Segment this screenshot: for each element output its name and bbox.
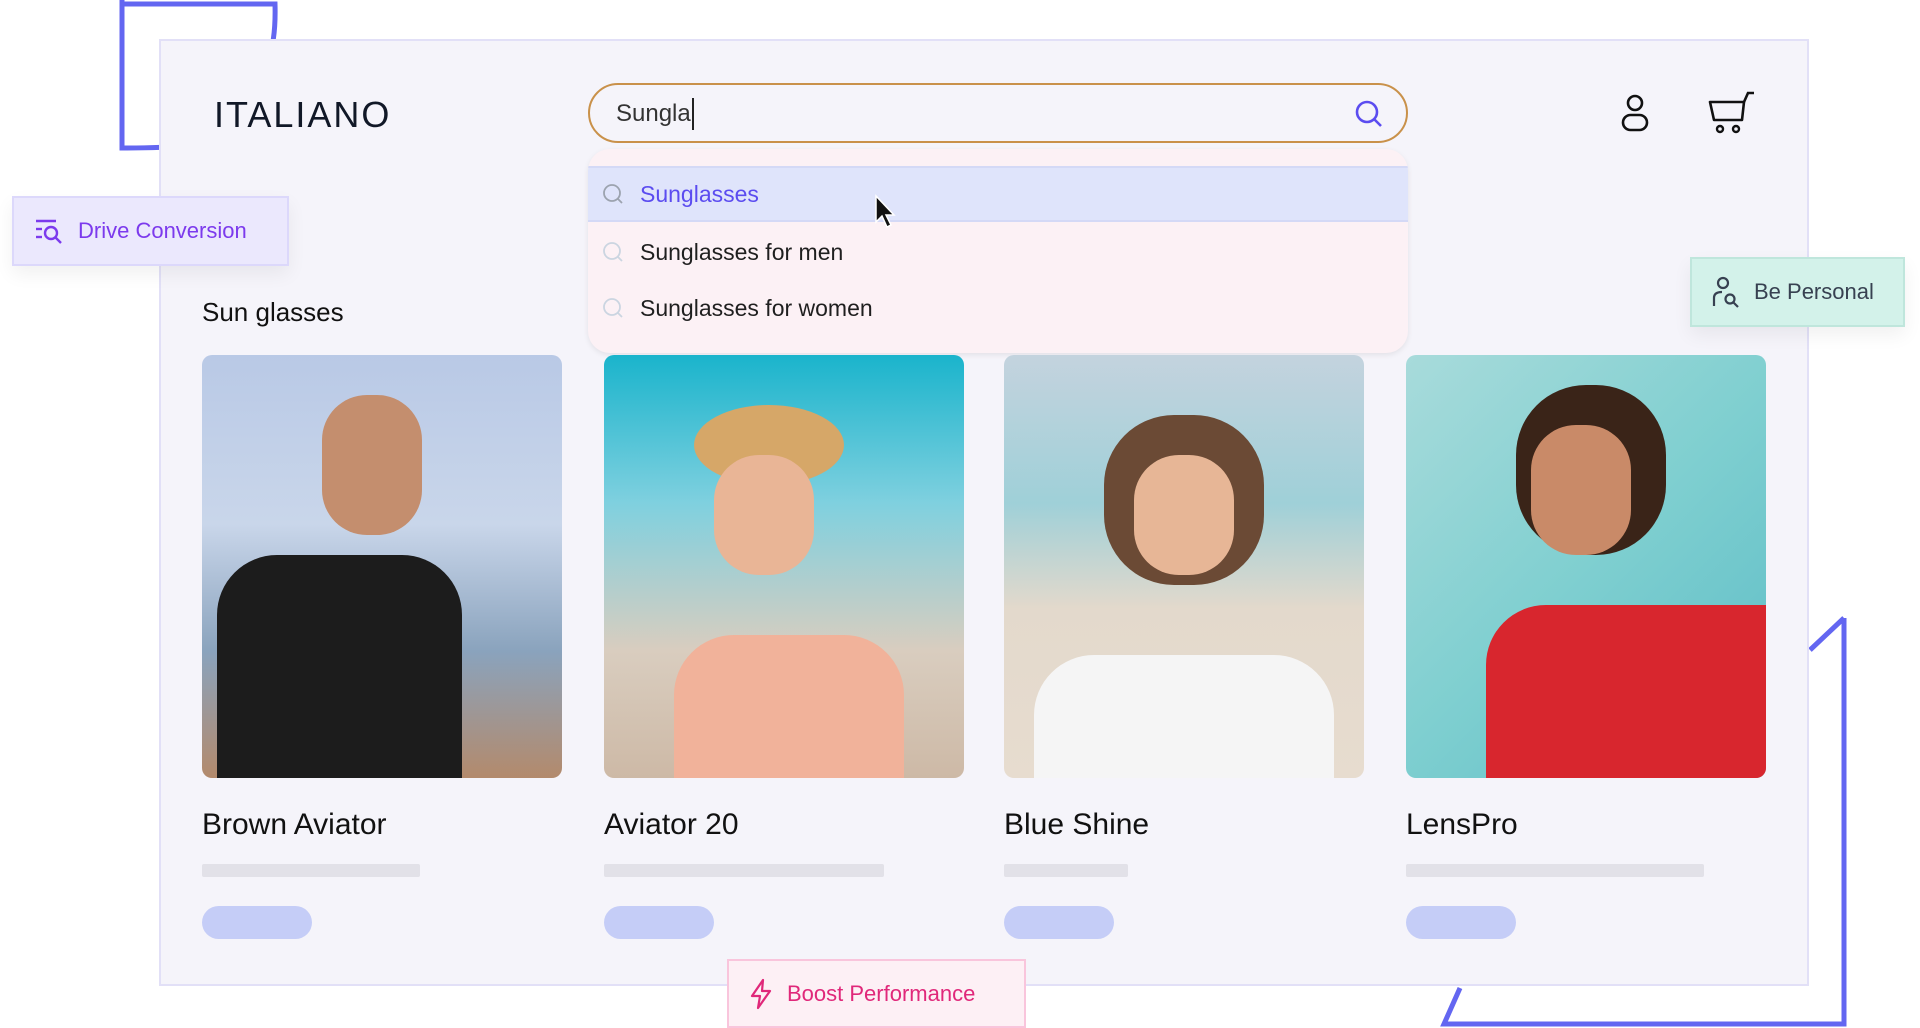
add-to-cart-button[interactable] bbox=[604, 906, 714, 939]
user-icon[interactable] bbox=[1619, 93, 1651, 133]
brand-logo[interactable]: ITALIANO bbox=[214, 94, 391, 136]
be-personal-badge: Be Personal bbox=[1690, 257, 1905, 327]
price-placeholder bbox=[202, 864, 420, 877]
cart-icon[interactable] bbox=[1708, 90, 1756, 136]
search-icon bbox=[603, 242, 623, 262]
product-card[interactable]: Aviator 20 bbox=[604, 355, 964, 939]
badge-label: Boost Performance bbox=[787, 980, 976, 1006]
product-name[interactable]: LensPro bbox=[1406, 808, 1766, 842]
price-placeholder bbox=[604, 864, 884, 877]
lightning-icon bbox=[750, 978, 772, 1009]
search-suggestions: Sunglasses Sunglasses for men Sunglasses… bbox=[588, 149, 1408, 353]
product-name[interactable]: Brown Aviator bbox=[202, 808, 562, 842]
add-to-cart-button[interactable] bbox=[1406, 906, 1516, 939]
product-image[interactable] bbox=[1004, 355, 1364, 778]
product-image[interactable] bbox=[202, 355, 562, 778]
section-title: Sun glasses bbox=[202, 297, 344, 327]
product-card[interactable]: Blue Shine bbox=[1004, 355, 1364, 939]
add-to-cart-button[interactable] bbox=[202, 906, 312, 939]
price-placeholder bbox=[1406, 864, 1704, 877]
product-image[interactable] bbox=[604, 355, 964, 778]
product-name[interactable]: Aviator 20 bbox=[604, 808, 964, 842]
drive-conversion-badge: Drive Conversion bbox=[12, 196, 289, 266]
product-image[interactable] bbox=[1406, 355, 1766, 778]
mouse-cursor-icon bbox=[875, 194, 896, 229]
search-input[interactable] bbox=[614, 95, 1318, 133]
search-icon bbox=[603, 184, 623, 204]
suggestion-label: Sunglasses for women bbox=[640, 294, 873, 321]
boost-performance-badge: Boost Performance bbox=[727, 959, 1026, 1028]
product-card[interactable]: LensPro bbox=[1406, 355, 1766, 939]
user-search-icon bbox=[1712, 276, 1739, 308]
suggestion-item[interactable]: Sunglasses bbox=[588, 166, 1408, 222]
text-caret bbox=[692, 98, 694, 130]
search-icon bbox=[603, 298, 623, 318]
suggestion-label: Sunglasses bbox=[640, 180, 759, 207]
product-card[interactable]: Brown Aviator bbox=[202, 355, 562, 939]
suggestion-item[interactable]: Sunglasses for women bbox=[588, 280, 1408, 336]
add-to-cart-button[interactable] bbox=[1004, 906, 1114, 939]
search-bar[interactable] bbox=[588, 83, 1408, 143]
suggestion-item[interactable]: Sunglasses for men bbox=[588, 224, 1408, 280]
price-placeholder bbox=[1004, 864, 1128, 877]
badge-label: Drive Conversion bbox=[78, 218, 247, 243]
badge-label: Be Personal bbox=[1754, 279, 1874, 304]
search-icon[interactable] bbox=[1354, 99, 1384, 129]
product-name[interactable]: Blue Shine bbox=[1004, 808, 1364, 842]
suggestion-label: Sunglasses for men bbox=[640, 238, 844, 265]
search-list-icon bbox=[36, 219, 62, 244]
